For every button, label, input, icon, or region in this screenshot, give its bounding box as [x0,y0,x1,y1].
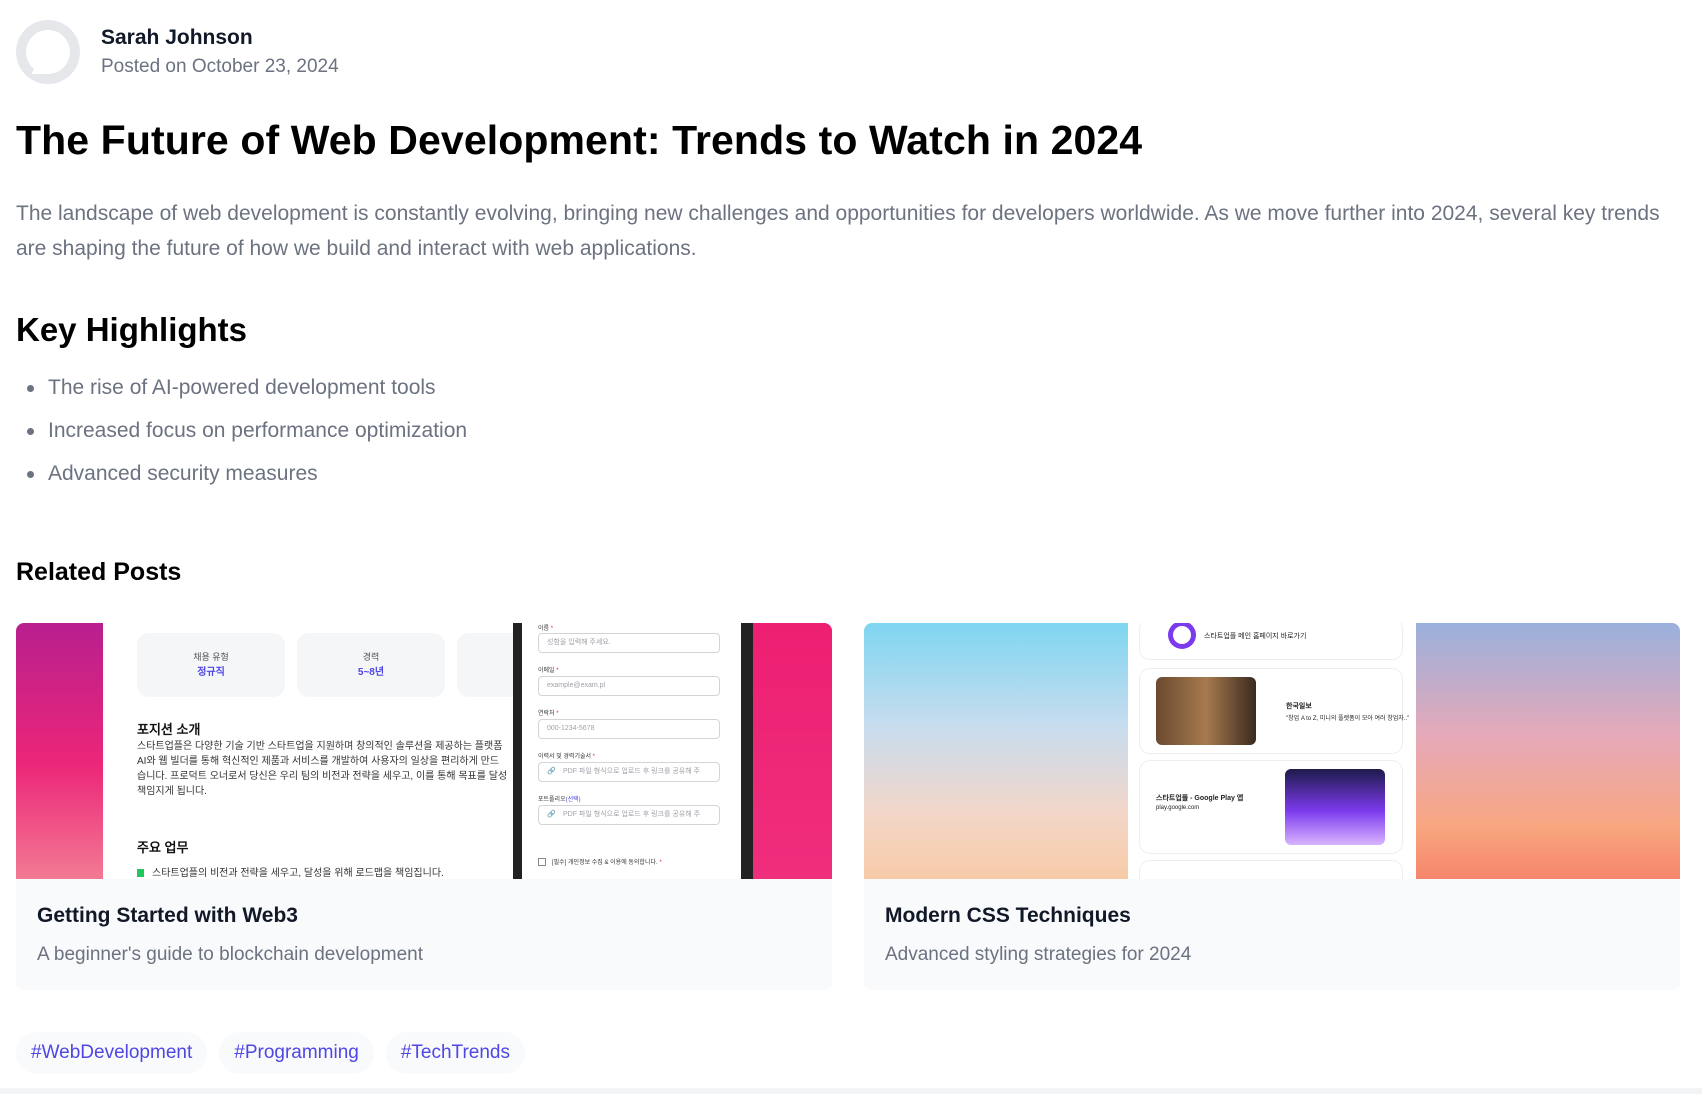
related-posts: 채용 유형 정규직 경력 5~8년 회시 포지션 소개 스타트업플은 다양한 기… [16,623,1680,990]
form-input-text: PDF 파일 형식으로 업로드 후 링크를 공유해 주 [563,768,701,775]
tag-webdevelopment[interactable]: #WebDevelopment [16,1032,208,1074]
link-row-subtitle: play.google.com [1156,805,1200,811]
article-title: The Future of Web Development: Trends to… [16,117,1143,163]
app-thumbnail [1285,769,1385,845]
author-avatar[interactable] [16,20,80,84]
consent-text: [필수] 개인정보 수집 & 이용에 동의합니다. [552,860,658,866]
tag-techtrends[interactable]: #TechTrends [385,1032,525,1074]
form-label-text: 연락처 [538,711,555,717]
form-label: 이메일 * [538,668,559,674]
link-row: 스타트업플 메인 홈페이지 바로가기 [1140,623,1402,659]
form-label-text: 이름 [538,626,550,632]
flag-icon [137,869,144,878]
form-label-optional: (선택) [565,797,581,803]
tag-list: #WebDevelopment #Programming #TechTrends [16,1032,525,1074]
link-row-title: 한국일보 [1286,703,1312,710]
checkbox-icon [538,858,546,867]
chip-key: 경력 [362,652,380,662]
form-label: 이름 * [538,626,554,632]
link-icon: 🔗 [547,768,556,775]
highlights-heading: Key Highlights [16,311,248,348]
task-text: 스타트업플의 비전과 전략을 세우고, 달성을 위해 로드맵을 책임집니다. [152,868,444,879]
consent-checkbox: [필수] 개인정보 수집 & 이용에 동의합니다. * [538,857,662,867]
section-heading: 포지션 소개 [137,722,201,737]
link-icon: 🔗 [547,811,556,818]
gradient-background-left [864,623,1128,879]
highlights-list: The rise of AI-powered development tools… [16,368,467,497]
phone-mockup: 이름 * 성함을 입력해 주세요. 이메일 * example@exam.pl … [513,623,753,879]
article-intro: The landscape of web development is cons… [16,202,1660,260]
form-input: example@exam.pl [538,676,720,696]
gradient-background-right [752,623,832,879]
section-text: 습니다. 프로덕트 오너로서 당신은 우리 팀의 비전과 전략을 세우고, 이를… [137,771,508,782]
link-row-text: 스타트업플 메인 홈페이지 바로가기 [1204,633,1307,640]
brand-logo-icon [1168,623,1196,649]
section-text: 스타트업플은 다양한 기술 기반 스타트업을 지원하며 창의적인 솔루션을 제공… [137,741,503,752]
form-label: 연락처 * [538,711,559,717]
related-post-image[interactable]: 채용 유형 정규직 경력 5~8년 회시 포지션 소개 스타트업플은 다양한 기… [16,623,832,879]
info-chip: 채용 유형 정규직 [137,633,285,697]
related-post-description: Advanced styling strategies for 2024 [885,944,1192,965]
related-post-title[interactable]: Getting Started with Web3 [37,902,298,930]
form-input: 000-1234-5678 [538,719,720,739]
form-input: 성함을 입력해 주세요. [538,633,720,653]
chip-key: 채용 유형 [193,652,229,662]
gradient-background-right [1416,623,1680,879]
related-post-card-web3[interactable]: 채용 유형 정규직 경력 5~8년 회시 포지션 소개 스타트업플은 다양한 기… [16,623,832,990]
form-input: 🔗 PDF 파일 형식으로 업로드 후 링크를 공유해 주 [538,805,720,825]
link-row-title: 스타트업플 - Google Play 앱 [1156,795,1244,802]
link-row [1140,861,1402,879]
task-item: 스타트업플의 비전과 전략을 세우고, 달성을 위해 로드맵을 책임집니다. [137,866,527,879]
highlight-item: The rise of AI-powered development tools [16,368,467,411]
form-label-text: 포트폴리오 [538,797,566,803]
form-label-text: 이메일 [538,668,555,674]
author-name[interactable]: Sarah Johnson [101,24,339,52]
job-posting-preview: 채용 유형 정규직 경력 5~8년 회시 포지션 소개 스타트업플은 다양한 기… [103,623,533,879]
news-thumbnail [1156,677,1256,745]
form-input: 🔗 PDF 파일 형식으로 업로드 후 링크를 공유해 주 [538,762,720,782]
phone-screen: 이름 * 성함을 입력해 주세요. 이메일 * example@exam.pl … [522,623,741,879]
tag-programming[interactable]: #Programming [219,1032,374,1074]
section-text: 책임지게 됩니다. [137,786,207,797]
form-label: 이력서 및 경력기술서 * [538,754,596,760]
related-post-image[interactable]: 스타트업플 메인 홈페이지 바로가기 한국일보 "창업 A to Z, 미니의 … [864,623,1680,879]
info-chip: 경력 5~8년 [297,633,445,697]
highlight-item: Advanced security measures [16,454,467,497]
section-text: AI와 웹 빌더를 통해 혁신적인 제품과 서비스를 개발하여 사용자의 일상을… [137,756,500,767]
chip-value: 5~8년 [357,667,385,678]
author-block: Sarah Johnson Posted on October 23, 2024 [16,20,339,84]
related-post-card-css[interactable]: 스타트업플 메인 홈페이지 바로가기 한국일보 "창업 A to Z, 미니의 … [864,623,1680,990]
highlight-item: Increased focus on performance optimizat… [16,411,467,454]
link-row-subtitle: "창업 A to Z, 미니의 플랫폼이 모아 여러 창업자.." [1286,716,1410,722]
related-post-description: A beginner's guide to blockchain develop… [37,944,424,965]
chip-value: 정규직 [197,667,225,678]
form-label: 포트폴리오(선택) [538,794,581,803]
author-meta: Sarah Johnson Posted on October 23, 2024 [101,24,339,81]
form-input-text: PDF 파일 형식으로 업로드 후 링크를 공유해 주 [563,811,701,818]
footer-divider [0,1088,1702,1094]
form-label-text: 이력서 및 경력기술서 [538,754,592,760]
post-date: Posted on October 23, 2024 [101,55,339,77]
related-posts-heading: Related Posts [16,558,182,586]
related-post-title[interactable]: Modern CSS Techniques [885,902,1131,930]
section-heading: 주요 업무 [137,840,189,855]
